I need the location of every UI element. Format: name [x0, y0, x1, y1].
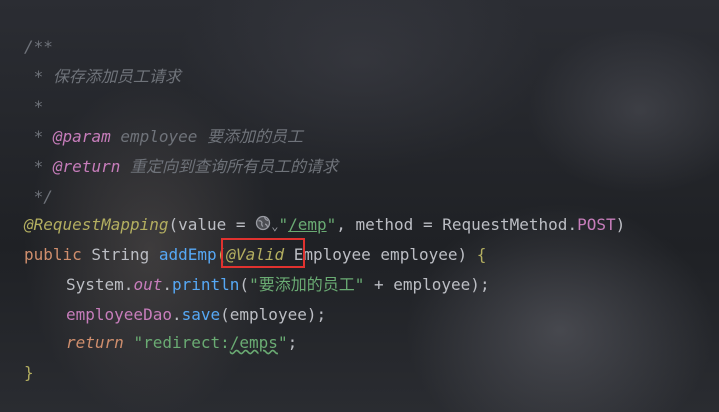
string-quote: "	[326, 215, 337, 234]
code-editor[interactable]: /** * 保存添加员工请求 * * @param employee 要添加的员…	[0, 0, 719, 412]
redirect-path-link[interactable]: /emps	[230, 333, 278, 352]
code-line-2: * 保存添加员工请求	[24, 62, 181, 92]
println-call[interactable]: println	[172, 275, 239, 294]
url-path-link[interactable]: /emp	[288, 215, 327, 234]
highlight-box	[221, 238, 305, 268]
code-line-5: * @return 重定向到查询所有员工的请求	[24, 152, 338, 182]
open-paren: (	[239, 275, 250, 294]
out-field: out	[133, 275, 163, 294]
javadoc-star: *	[24, 127, 53, 146]
dot: .	[162, 275, 172, 294]
code-line-10: employeeDao.save(employee);	[66, 300, 326, 330]
request-mapping-annotation[interactable]: @RequestMapping	[24, 215, 169, 234]
dao-field[interactable]: employeeDao	[66, 305, 172, 324]
method-arg: , method = RequestMethod.	[336, 215, 578, 234]
return-type: String	[81, 245, 159, 264]
code-line-12: }	[24, 358, 34, 388]
code-line-4: * @param employee 要添加的员工	[24, 122, 303, 152]
code-line-11: return "redirect:/emps";	[66, 328, 297, 358]
open-brace: {	[476, 245, 487, 264]
save-call[interactable]: save	[182, 305, 221, 324]
annotation-args-close: )	[615, 215, 626, 234]
javadoc-param-desc: 要添加的员工	[197, 127, 304, 146]
javadoc-summary: 保存添加员工请求	[52, 67, 181, 86]
javadoc-open: /**	[24, 37, 53, 56]
code-line-3: *	[24, 92, 44, 122]
dot: .	[171, 305, 182, 324]
close-brace: }	[24, 363, 34, 382]
string-quote: "	[277, 333, 288, 352]
code-line-6: */	[24, 182, 53, 212]
redirect-prefix: "redirect:	[133, 333, 230, 352]
code-line-7: @RequestMapping(value = ⌄"/emp", method …	[24, 210, 625, 240]
string-literal: "要添加的员工"	[249, 275, 365, 294]
javadoc-return-desc: 重定向到查询所有员工的请求	[120, 157, 338, 176]
javadoc-star: *	[24, 157, 53, 176]
keyword-public: public	[24, 245, 82, 264]
semicolon: ;	[287, 333, 298, 352]
method-params: Employee employee)	[284, 245, 477, 264]
concat-expression: + employee);	[364, 275, 490, 294]
javadoc-param-tag: @param	[52, 127, 111, 146]
javadoc-return-tag: @return	[52, 157, 121, 176]
keyword-return: return	[66, 333, 124, 352]
enum-constant-post: POST	[577, 215, 616, 234]
annotation-args-open: (value =	[168, 215, 256, 234]
save-args: (employee);	[220, 305, 327, 324]
javadoc-star: *	[24, 97, 44, 116]
code-line-1: /**	[24, 32, 53, 62]
globe-icon[interactable]	[255, 211, 271, 241]
javadoc-star: *	[24, 67, 53, 86]
code-line-9: System.out.println("要添加的员工" + employee);	[66, 270, 490, 300]
system-class: System.	[66, 275, 134, 294]
method-name[interactable]: addEmp	[159, 245, 217, 264]
string-quote: "	[278, 215, 289, 234]
javadoc-param-name: employee	[110, 127, 198, 146]
javadoc-close: */	[24, 187, 53, 206]
